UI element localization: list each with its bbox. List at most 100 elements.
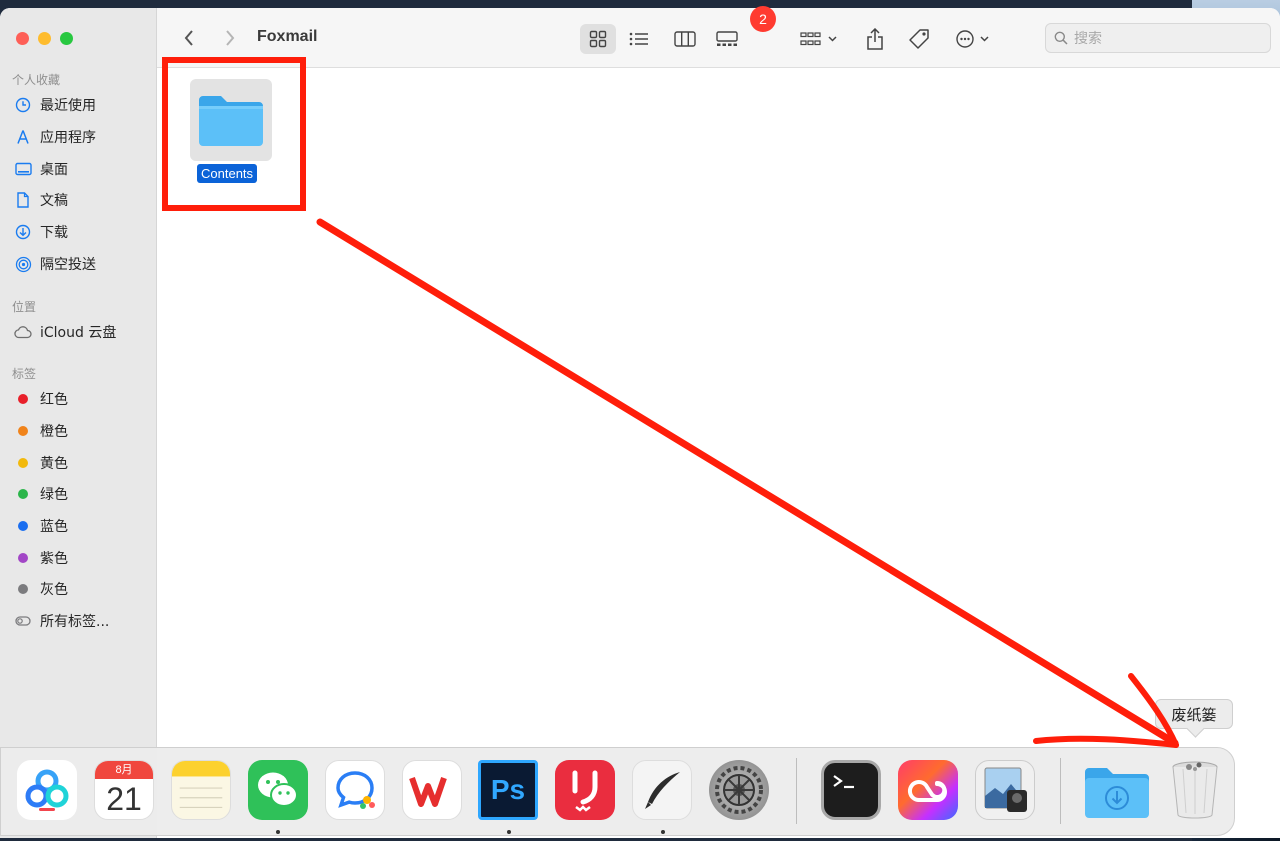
dock-app-preview[interactable] — [975, 760, 1035, 820]
sidebar-tag-orange[interactable]: 橙色 — [14, 420, 68, 442]
gallery-icon — [716, 31, 738, 46]
running-indicator — [507, 830, 511, 834]
sidebar-item-label: 灰色 — [40, 582, 68, 598]
dock-app-creative-cloud[interactable] — [898, 760, 958, 820]
toolbar: Foxmail — [157, 8, 1280, 68]
ellipsis-circle-icon — [956, 30, 989, 48]
chevron-right-icon — [226, 30, 235, 46]
red-app-icon — [572, 770, 598, 812]
dock-app-wps[interactable] — [402, 760, 462, 820]
sidebar-item-label: 所有标签... — [40, 614, 110, 630]
tag-icon — [909, 29, 929, 49]
chat-bubble-icon — [336, 771, 375, 809]
sidebar-item-documents[interactable]: 文稿 — [14, 189, 68, 211]
sidebar-item-label: 紫色 — [40, 551, 68, 567]
annotation-box — [162, 57, 306, 211]
dock-trash[interactable] — [1165, 760, 1225, 820]
search-field[interactable] — [1045, 23, 1271, 53]
sidebar-item-label: 桌面 — [40, 162, 68, 178]
tag-dot — [18, 426, 28, 436]
more-actions-button[interactable] — [953, 24, 997, 54]
sidebar-item-recents[interactable]: 最近使用 — [14, 94, 96, 116]
document-icon — [14, 191, 32, 209]
dock-app-wechat[interactable] — [248, 760, 308, 820]
creative-cloud-icon — [907, 780, 947, 803]
window-title: Foxmail — [257, 28, 318, 45]
dock-app-terminal[interactable] — [821, 760, 881, 820]
wechat-icon — [258, 772, 298, 807]
calendar-month: 8月 — [95, 761, 153, 779]
cloud-icon — [14, 323, 32, 341]
sidebar-item-label: 黄色 — [40, 456, 68, 472]
group-button[interactable] — [797, 24, 841, 54]
gear-icon — [715, 766, 763, 814]
close-button[interactable] — [16, 32, 29, 45]
apps-icon — [14, 128, 32, 146]
favorites-header: 个人收藏 — [12, 73, 61, 87]
dock-app-baidu-netdisk[interactable] — [17, 760, 77, 820]
downloads-folder-icon — [1085, 768, 1149, 818]
sidebar-tag-purple[interactable]: 紫色 — [14, 547, 68, 569]
icon-view-button[interactable] — [580, 24, 616, 54]
dock-app-photoshop[interactable]: Ps — [478, 760, 538, 820]
forward-button[interactable] — [218, 26, 242, 50]
sidebar-tag-gray[interactable]: 灰色 — [14, 578, 68, 600]
wps-icon — [409, 777, 447, 807]
airdrop-icon — [14, 255, 32, 273]
chevron-left-icon — [184, 30, 193, 46]
search-input[interactable] — [1074, 30, 1254, 46]
sidebar-tag-green[interactable]: 绿色 — [14, 483, 68, 505]
tag-dot — [18, 489, 28, 499]
zoom-button[interactable] — [60, 32, 73, 45]
sidebar-all-tags[interactable]: 所有标签... — [14, 610, 109, 632]
share-icon — [867, 28, 883, 50]
dock-separator — [1060, 758, 1061, 824]
dock-app-notes[interactable] — [171, 760, 231, 820]
tag-dot — [18, 553, 28, 563]
dock-downloads-stack[interactable] — [1083, 760, 1151, 820]
minimize-button[interactable] — [38, 32, 51, 45]
dock-app-quill[interactable] — [632, 760, 692, 820]
columns-icon — [674, 31, 696, 47]
tag-dot — [18, 584, 28, 594]
sidebar-item-icloud[interactable]: iCloud 云盘 — [14, 321, 116, 343]
gallery-view-button[interactable] — [711, 24, 743, 54]
dock-app-calendar[interactable]: 8月 21 — [94, 760, 154, 820]
photoshop-label: Ps — [490, 774, 526, 805]
tag-button[interactable] — [905, 24, 933, 54]
list-icon — [629, 32, 648, 46]
notes-icon — [172, 761, 230, 808]
sidebar-tag-blue[interactable]: 蓝色 — [14, 515, 68, 537]
sidebar-item-downloads[interactable]: 下载 — [14, 221, 68, 243]
notification-badge: 2 — [750, 6, 776, 32]
sidebar-item-desktop[interactable]: 桌面 — [14, 158, 68, 180]
share-button[interactable] — [861, 24, 889, 54]
sidebar-item-label: iCloud 云盘 — [40, 325, 117, 341]
sidebar-item-label: 红色 — [40, 392, 68, 408]
group-icon — [800, 32, 837, 46]
sidebar-item-label: 最近使用 — [40, 98, 96, 114]
sidebar-item-airdrop[interactable]: 隔空投送 — [14, 253, 96, 275]
back-button[interactable] — [177, 26, 201, 50]
tag-dot — [18, 458, 28, 468]
quill-icon — [645, 772, 680, 809]
grid-icon — [589, 30, 607, 48]
running-indicator — [661, 830, 665, 834]
trash-icon — [1172, 761, 1218, 819]
sidebar-item-applications[interactable]: 应用程序 — [14, 126, 96, 148]
running-indicator — [276, 830, 280, 834]
dock-app-red-note[interactable] — [555, 760, 615, 820]
window-controls — [16, 32, 73, 45]
list-view-button[interactable] — [623, 24, 655, 54]
download-icon — [14, 223, 32, 241]
sidebar-tag-yellow[interactable]: 黄色 — [14, 452, 68, 474]
terminal-icon — [833, 775, 854, 789]
all-tags-icon — [14, 612, 32, 630]
tags-header: 标签 — [12, 367, 37, 381]
sidebar-tag-red[interactable]: 红色 — [14, 388, 68, 410]
column-view-button[interactable] — [669, 24, 701, 54]
dock-app-dingtalk[interactable] — [325, 760, 385, 820]
dock: 8月 21 Ps — [0, 747, 1235, 836]
dock-app-system-preferences[interactable] — [709, 760, 769, 820]
sidebar: 个人收藏 最近使用 应用程序 桌面 文稿 下载 隔空投送 位置 iCloud 云… — [0, 8, 157, 838]
